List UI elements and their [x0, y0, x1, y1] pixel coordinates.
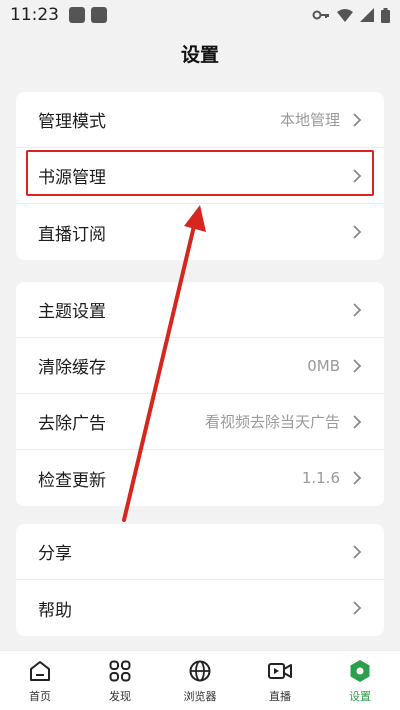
- chevron-right-icon: [352, 544, 362, 559]
- tab-label: 发现: [109, 690, 131, 703]
- row-label: 直播订阅: [38, 224, 106, 245]
- home-icon: [28, 659, 52, 683]
- chevron-right-icon: [352, 471, 362, 485]
- bottom-tab-bar: 首页 发现 浏览器 直播 设置: [0, 650, 400, 710]
- settings-group-2: 主题设置 清除缓存 0MB 去除广告 看视频去除当天广告 检查更新 1.1.6: [16, 282, 384, 506]
- tab-browser[interactable]: 浏览器: [160, 651, 240, 710]
- row-share[interactable]: 分享: [16, 524, 384, 580]
- key-icon: [312, 10, 329, 20]
- globe-icon: [188, 659, 212, 683]
- row-label: 清除缓存: [38, 358, 106, 378]
- tab-home[interactable]: 首页: [0, 651, 80, 710]
- tab-settings[interactable]: 设置: [320, 651, 400, 710]
- row-help[interactable]: 帮助: [16, 580, 384, 636]
- tab-label: 直播: [269, 690, 291, 703]
- row-value: 本地管理: [279, 111, 340, 129]
- battery-icon: [381, 7, 390, 23]
- row-label: 分享: [38, 544, 72, 564]
- signal-icon: [360, 8, 374, 22]
- chevron-right-icon: [352, 302, 362, 317]
- settings-group-1: 管理模式 本地管理 书源管理 直播订阅: [16, 92, 384, 260]
- chevron-right-icon: [352, 601, 362, 615]
- video-icon: [268, 659, 292, 683]
- tab-discover[interactable]: 发现: [80, 651, 160, 710]
- row-label: 检查更新: [38, 470, 106, 491]
- row-value: 0MB: [307, 356, 340, 375]
- row-live-subscribe[interactable]: 直播订阅: [16, 204, 384, 260]
- tab-label: 设置: [349, 690, 371, 703]
- grid-icon: [108, 659, 132, 683]
- chevron-right-icon: [352, 414, 362, 429]
- chevron-right-icon: [352, 358, 362, 373]
- notification-icon: [69, 7, 85, 23]
- wifi-icon: [337, 8, 353, 22]
- chevron-right-icon: [352, 168, 362, 183]
- row-value: 1.1.6: [301, 469, 340, 487]
- row-manage-mode[interactable]: 管理模式 本地管理: [16, 92, 384, 148]
- row-label: 书源管理: [38, 168, 106, 188]
- row-remove-ads[interactable]: 去除广告 看视频去除当天广告: [16, 394, 384, 450]
- row-label: 去除广告: [38, 414, 106, 434]
- row-source-manage[interactable]: 书源管理: [16, 148, 384, 204]
- row-label: 管理模式: [38, 112, 106, 132]
- settings-group-3: 分享 帮助: [16, 524, 384, 636]
- chevron-right-icon: [352, 225, 362, 239]
- tab-label: 首页: [29, 690, 51, 703]
- tab-label: 浏览器: [183, 690, 217, 703]
- status-time: 11:23: [10, 5, 59, 25]
- row-clear-cache[interactable]: 清除缓存 0MB: [16, 338, 384, 394]
- chevron-right-icon: [352, 112, 362, 127]
- settings-hex-icon: [348, 659, 372, 683]
- status-icons: [312, 7, 390, 23]
- page-title: 设置: [180, 44, 219, 66]
- status-bar: 11:23: [0, 0, 400, 30]
- row-check-update[interactable]: 检查更新 1.1.6: [16, 450, 384, 506]
- row-theme[interactable]: 主题设置: [16, 282, 384, 338]
- row-label: 主题设置: [38, 302, 106, 322]
- tab-live[interactable]: 直播: [240, 651, 320, 710]
- row-label: 帮助: [38, 600, 72, 621]
- notification-icon: [91, 7, 107, 23]
- row-value: 看视频去除当天广告: [204, 413, 340, 431]
